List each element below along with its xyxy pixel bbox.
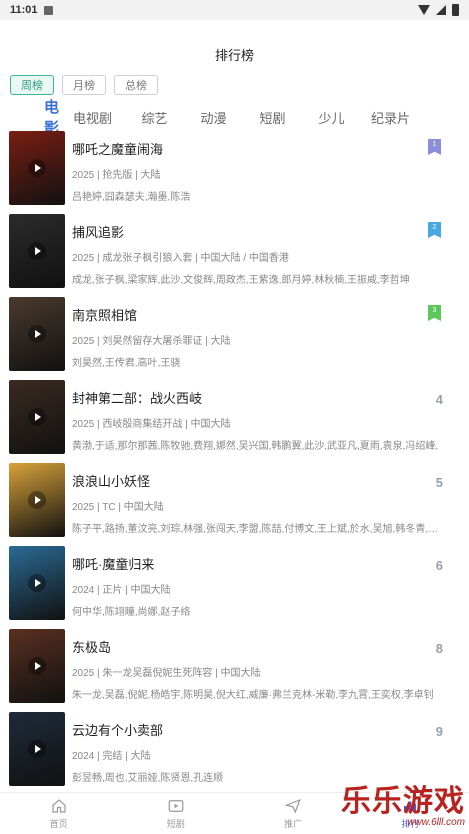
poster[interactable] xyxy=(9,712,65,786)
status-time: 11:01 xyxy=(10,4,38,16)
poster[interactable] xyxy=(9,380,65,454)
rank-number: 9 xyxy=(435,724,443,739)
watermark-url: www.6lll.com xyxy=(407,817,465,828)
tab-variety[interactable]: 综艺 xyxy=(125,108,184,127)
battery-icon xyxy=(452,4,459,16)
item-title: 哪吒之魔童闹海 xyxy=(72,142,164,157)
tab-weekly[interactable]: 周榜 xyxy=(10,75,54,95)
item-info: 云边有个小卖部 2024 | 完结 | 大陆 彭昱畅,周也,艾丽娅,陈贤恩,孔连… xyxy=(72,712,444,795)
item-cast: 朱一龙,吴磊,倪妮,杨皓宇,陈明昊,倪大红,威廉·弗兰克林-米勒,李九霄,王奕权… xyxy=(72,690,434,699)
list-item[interactable]: 捕风追影 2025 | 成龙张子枫引狼入套 | 中国大陆 / 中国香港 成龙,张… xyxy=(0,214,469,297)
item-title: 南京照相馆 xyxy=(72,308,138,323)
item-info: 封神第二部：战火西岐 2025 | 西岐殷商集结开战 | 中国大陆 黄渤,于适,… xyxy=(72,380,444,463)
watermark: 乐乐游戏 www.6lll.com xyxy=(341,785,465,829)
poster[interactable] xyxy=(9,463,65,537)
tab-documentary[interactable]: 纪录片 xyxy=(361,108,420,127)
video-icon xyxy=(168,800,184,812)
item-cast: 何中华,陈翊瞳,尚娜,赵子络 xyxy=(72,607,191,616)
status-bar: 11:01 xyxy=(0,0,469,20)
rank-number: 4 xyxy=(435,392,443,407)
item-title: 浪浪山小妖怪 xyxy=(72,474,151,489)
item-meta: 2025 | 西岐殷商集结开战 | 中国大陆 xyxy=(72,419,231,430)
nav-promote[interactable]: 推广 xyxy=(235,793,352,834)
play-icon xyxy=(28,159,46,177)
sim-icon xyxy=(43,5,53,15)
tab-tv-series[interactable]: 电视剧 xyxy=(60,108,125,127)
nav-short-drama[interactable]: 短剧 xyxy=(117,793,234,834)
poster[interactable] xyxy=(9,214,65,288)
item-cast: 吕艳婷,囧森瑟夫,瀚墨,陈浩 xyxy=(72,192,191,201)
list-item[interactable]: 哪吒之魔童闹海 2025 | 抢先版 | 大陆 吕艳婷,囧森瑟夫,瀚墨,陈浩 1 xyxy=(0,131,469,214)
poster[interactable] xyxy=(9,629,65,703)
item-title: 哪吒·魔童归来 xyxy=(72,557,155,572)
status-icons xyxy=(418,4,459,16)
item-info: 南京照相馆 2025 | 刘昊然留存大屠杀罪证 | 大陆 刘昊然,王传君,高叶,… xyxy=(72,297,444,380)
item-cast: 陈子平,路扬,董汶亮,刘琮,林强,张闯天,李盟,陈喆,付博文,王上斌,於水,吴旭… xyxy=(72,524,444,533)
tab-monthly[interactable]: 月榜 xyxy=(62,75,106,95)
item-title: 捕风追影 xyxy=(72,225,125,240)
item-info: 哪吒·魔童归来 2024 | 正片 | 中国大陆 何中华,陈翊瞳,尚娜,赵子络 xyxy=(72,546,444,629)
item-meta: 2025 | 抢先版 | 大陆 xyxy=(72,170,161,181)
item-cast: 成龙,张子枫,梁家辉,此沙,文俊辉,周政杰,王紫逸,郎月婷,林秋楠,王振威,李哲… xyxy=(72,275,410,284)
watermark-title: 乐乐游戏 xyxy=(341,785,465,818)
wifi-icon xyxy=(418,5,430,15)
send-icon xyxy=(284,798,301,814)
item-info: 哪吒之魔童闹海 2025 | 抢先版 | 大陆 吕艳婷,囧森瑟夫,瀚墨,陈浩 xyxy=(72,131,444,214)
play-icon xyxy=(28,242,46,260)
list-item[interactable]: 浪浪山小妖怪 2025 | TC | 中国大陆 陈子平,路扬,董汶亮,刘琮,林强… xyxy=(0,463,469,546)
poster[interactable] xyxy=(9,131,65,205)
poster[interactable] xyxy=(9,297,65,371)
item-cast: 彭昱畅,周也,艾丽娅,陈贤恩,孔连顺 xyxy=(72,773,224,782)
category-tabs: 电影 电视剧 综艺 动漫 短剧 少儿 纪录片 xyxy=(0,99,469,137)
play-icon xyxy=(28,491,46,509)
list-item[interactable]: 封神第二部：战火西岐 2025 | 西岐殷商集结开战 | 中国大陆 黄渤,于适,… xyxy=(0,380,469,463)
item-meta: 2024 | 正片 | 中国大陆 xyxy=(72,585,171,596)
tab-total[interactable]: 总榜 xyxy=(114,75,158,95)
rank-number: 8 xyxy=(435,641,443,656)
play-icon xyxy=(28,740,46,758)
item-meta: 2025 | 刘昊然留存大屠杀罪证 | 大陆 xyxy=(72,336,231,347)
list-item[interactable]: 东极岛 2025 | 朱一龙吴磊倪妮生死阵容 | 中国大陆 朱一龙,吴磊,倪妮,… xyxy=(0,629,469,712)
poster[interactable] xyxy=(9,546,65,620)
list-item[interactable]: 哪吒·魔童归来 2024 | 正片 | 中国大陆 何中华,陈翊瞳,尚娜,赵子络 … xyxy=(0,546,469,629)
home-icon xyxy=(52,799,66,813)
list-item[interactable]: 南京照相馆 2025 | 刘昊然留存大屠杀罪证 | 大陆 刘昊然,王传君,高叶,… xyxy=(0,297,469,380)
rank-number: 5 xyxy=(435,475,443,490)
ranking-list: 哪吒之魔童闹海 2025 | 抢先版 | 大陆 吕艳婷,囧森瑟夫,瀚墨,陈浩 1… xyxy=(0,131,469,795)
item-meta: 2025 | 成龙张子枫引狼入套 | 中国大陆 / 中国香港 xyxy=(72,253,289,264)
item-title: 封神第二部：战火西岐 xyxy=(72,391,203,406)
tab-anime[interactable]: 动漫 xyxy=(184,108,243,127)
page-title: 排行榜 xyxy=(214,48,254,63)
item-title: 云边有个小卖部 xyxy=(72,723,164,738)
item-cast: 黄渤,于适,那尔那茜,陈牧驰,费翔,娜然,吴兴国,韩鹏翼,此沙,武亚凡,夏雨,袁… xyxy=(72,441,439,450)
tab-kids[interactable]: 少儿 xyxy=(302,108,361,127)
nav-promote-label: 推广 xyxy=(284,819,303,829)
period-tabs: 周榜 月榜 总榜 xyxy=(0,75,469,95)
play-icon xyxy=(28,574,46,592)
list-item[interactable]: 云边有个小卖部 2024 | 完结 | 大陆 彭昱畅,周也,艾丽娅,陈贤恩,孔连… xyxy=(0,712,469,795)
nav-home-label: 首页 xyxy=(49,819,68,829)
play-icon xyxy=(28,325,46,343)
item-meta: 2025 | TC | 中国大陆 xyxy=(72,502,164,513)
nav-short-drama-label: 短剧 xyxy=(166,819,185,829)
signal-icon xyxy=(436,5,446,15)
play-icon xyxy=(28,408,46,426)
item-info: 浪浪山小妖怪 2025 | TC | 中国大陆 陈子平,路扬,董汶亮,刘琮,林强… xyxy=(72,463,444,546)
item-title: 东极岛 xyxy=(72,640,112,655)
item-cast: 刘昊然,王传君,高叶,王骁 xyxy=(72,358,181,367)
item-meta: 2025 | 朱一龙吴磊倪妮生死阵容 | 中国大陆 xyxy=(72,668,261,679)
item-meta: 2024 | 完结 | 大陆 xyxy=(72,751,151,762)
tab-short-drama[interactable]: 短剧 xyxy=(243,108,302,127)
item-info: 东极岛 2025 | 朱一龙吴磊倪妮生死阵容 | 中国大陆 朱一龙,吴磊,倪妮,… xyxy=(72,629,444,712)
play-icon xyxy=(28,657,46,675)
item-info: 捕风追影 2025 | 成龙张子枫引狼入套 | 中国大陆 / 中国香港 成龙,张… xyxy=(72,214,444,297)
nav-home[interactable]: 首页 xyxy=(0,793,117,834)
rank-number: 6 xyxy=(435,558,443,573)
